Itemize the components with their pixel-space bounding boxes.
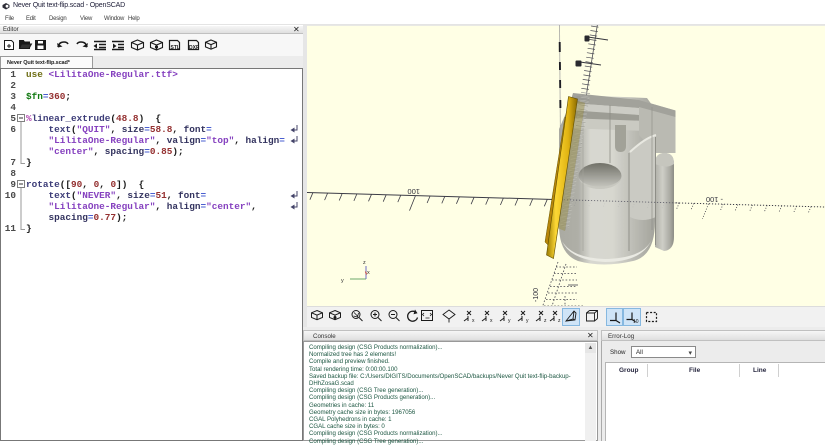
svg-text:-100: -100 [533, 288, 540, 302]
svg-text:100: 100 [407, 187, 420, 196]
svg-text:x: x [472, 318, 475, 324]
svg-text:- 100: - 100 [706, 195, 723, 204]
svg-text:y: y [508, 318, 511, 324]
svg-text:10: 10 [633, 319, 639, 325]
svg-text:z: z [558, 318, 561, 324]
svg-text:y: y [526, 318, 529, 324]
svg-text:y: y [341, 278, 344, 284]
svg-text:z: z [544, 318, 547, 324]
svg-text:DXF: DXF [189, 45, 199, 51]
svg-text:x: x [367, 270, 370, 276]
svg-text:z: z [363, 260, 366, 266]
svg-text:x: x [490, 318, 493, 324]
svg-text:STL: STL [171, 45, 180, 51]
